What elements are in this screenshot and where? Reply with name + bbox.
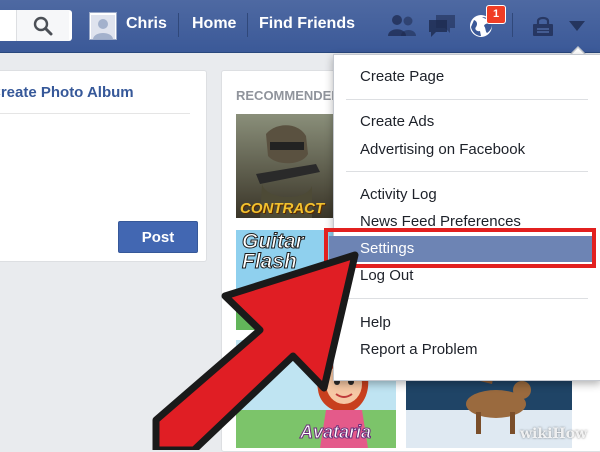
pointer-arrow-icon [152, 251, 359, 450]
watermark: wikiHow [520, 426, 588, 442]
